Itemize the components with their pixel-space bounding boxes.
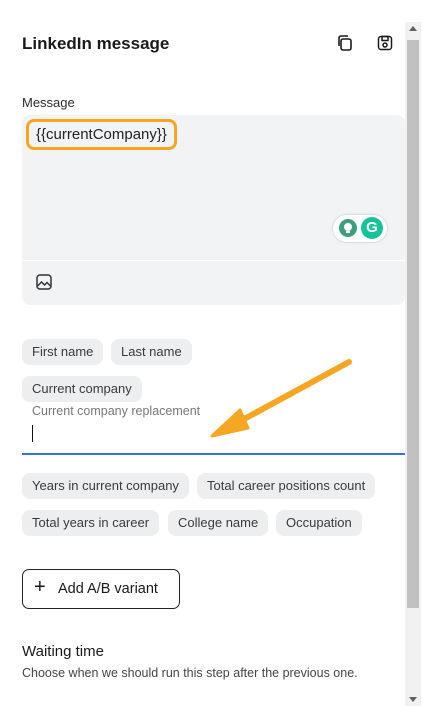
message-editor[interactable]: {{currentCompany}} G [22,115,405,305]
message-text-area[interactable]: {{currentCompany}} G [22,115,405,260]
scrollbar-thumb[interactable] [407,40,419,608]
copy-icon[interactable] [335,33,355,53]
image-icon[interactable] [35,273,53,291]
scroll-down-icon[interactable] [409,697,417,702]
save-icon[interactable] [375,33,395,53]
variable-chip-last-name[interactable]: Last name [111,339,192,365]
variable-chip-total-years-in-career[interactable]: Total years in career [22,510,160,536]
grammarly-icon[interactable]: G [361,217,383,239]
replacement-input[interactable] [22,420,405,455]
plus-icon: + [34,576,46,598]
panel-title: LinkedIn message [22,34,170,53]
message-label: Message [22,95,75,110]
editor-divider [22,260,405,261]
lightbulb-icon[interactable] [339,219,357,237]
waiting-time-title: Waiting time [22,643,104,660]
variable-chip-years-in-current-company[interactable]: Years in current company [22,473,189,499]
variable-chip-occupation[interactable]: Occupation [276,510,362,536]
replacement-label: Current company replacement [32,404,201,418]
linkedin-message-panel: LinkedIn message Message {{currentCompan… [0,0,405,706]
text-caret [32,425,33,442]
waiting-time-description: Choose when we should run this step afte… [22,666,358,680]
variable-chip-first-name[interactable]: First name [22,339,104,365]
variable-chip-current-company[interactable]: Current company [22,376,142,402]
scrollbar[interactable] [405,22,421,706]
grammarly-widget[interactable]: G [333,215,387,242]
variable-chip-college-name[interactable]: College name [168,510,269,536]
current-company-token[interactable]: {{currentCompany}} [26,119,177,150]
variable-chip-total-career-positions[interactable]: Total career positions count [197,473,376,499]
add-ab-variant-label: Add A/B variant [58,581,158,597]
add-ab-variant-button[interactable]: + Add A/B variant [22,569,180,609]
scroll-up-icon[interactable] [409,26,417,31]
